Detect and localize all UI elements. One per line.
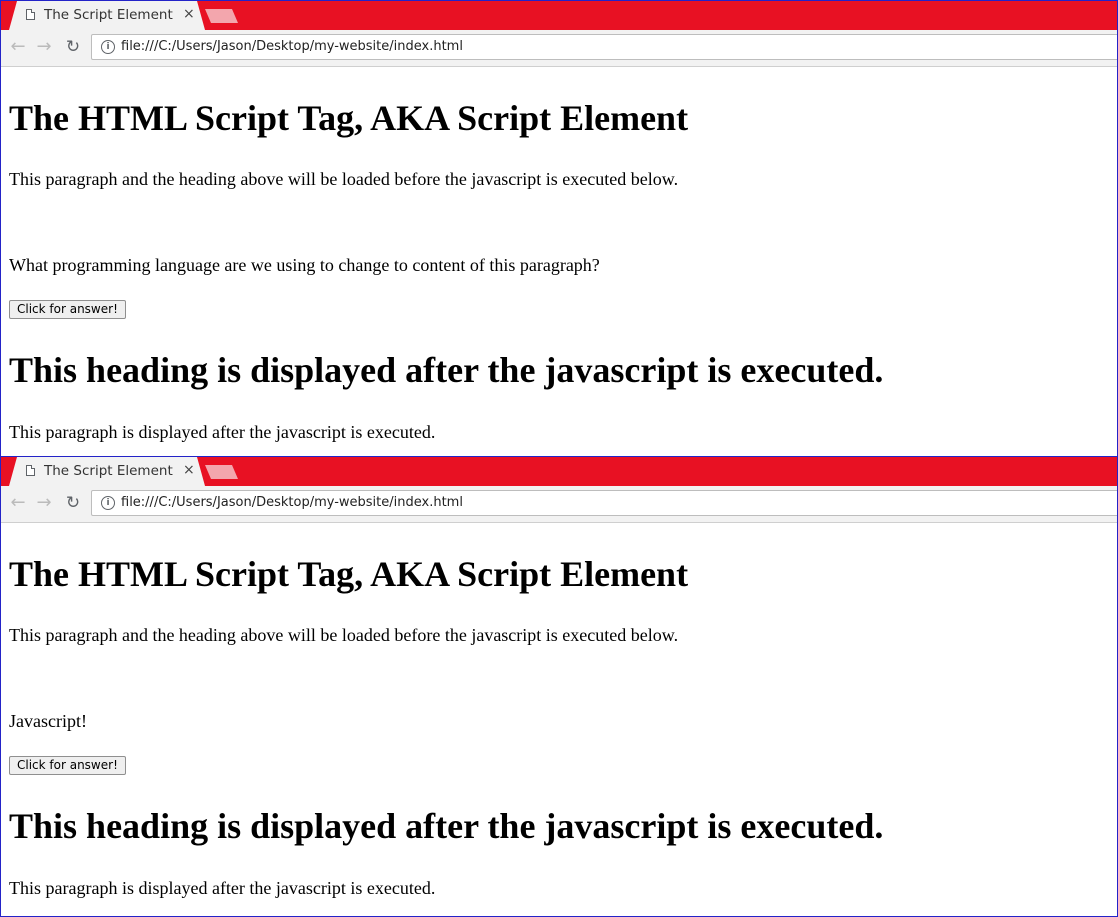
- back-arrow-icon[interactable]: ←: [8, 37, 28, 57]
- reload-icon[interactable]: ↻: [63, 37, 83, 57]
- info-icon[interactable]: i: [101, 496, 115, 510]
- outro-paragraph: This paragraph is displayed after the ja…: [9, 878, 436, 898]
- answer-paragraph: Javascript!: [9, 711, 87, 731]
- answer-button[interactable]: Click for answer!: [9, 300, 126, 319]
- browser-window-after: The Script Element × ← → ↻ i file:///C:/…: [1, 457, 1117, 916]
- forward-arrow-icon[interactable]: →: [34, 493, 54, 513]
- outro-paragraph: This paragraph is displayed after the ja…: [9, 422, 436, 442]
- new-tab-icon[interactable]: [205, 465, 238, 479]
- forward-arrow-icon[interactable]: →: [34, 37, 54, 57]
- tab-title: The Script Element: [44, 463, 173, 479]
- second-heading: This heading is displayed after the java…: [9, 806, 884, 846]
- tab-strip: The Script Element ×: [1, 1, 1117, 30]
- browser-window-before: The Script Element × ← → ↻ i file:///C:/…: [1, 1, 1117, 456]
- tab-strip: The Script Element ×: [1, 457, 1117, 486]
- browser-toolbar: ← → ↻ i file:///C:/Users/Jason/Desktop/m…: [1, 30, 1117, 67]
- address-bar[interactable]: i file:///C:/Users/Jason/Desktop/my-webs…: [91, 490, 1117, 516]
- tab-title: The Script Element: [44, 7, 173, 23]
- page-heading: The HTML Script Tag, AKA Script Element: [9, 98, 689, 138]
- answer-button[interactable]: Click for answer!: [9, 756, 126, 775]
- new-tab-icon[interactable]: [205, 9, 238, 23]
- browser-toolbar: ← → ↻ i file:///C:/Users/Jason/Desktop/m…: [1, 486, 1117, 523]
- document-icon: [26, 9, 35, 20]
- info-icon[interactable]: i: [101, 40, 115, 54]
- close-icon[interactable]: ×: [183, 6, 195, 22]
- page-heading: The HTML Script Tag, AKA Script Element: [9, 554, 689, 594]
- close-icon[interactable]: ×: [183, 462, 195, 478]
- document-icon: [26, 465, 35, 476]
- url-text: file:///C:/Users/Jason/Desktop/my-websit…: [121, 495, 463, 510]
- back-arrow-icon[interactable]: ←: [8, 493, 28, 513]
- url-text: file:///C:/Users/Jason/Desktop/my-websit…: [121, 39, 463, 54]
- second-heading: This heading is displayed after the java…: [9, 350, 884, 390]
- browser-tab[interactable]: The Script Element ×: [9, 1, 205, 30]
- address-bar[interactable]: i file:///C:/Users/Jason/Desktop/my-webs…: [91, 34, 1117, 60]
- intro-paragraph: This paragraph and the heading above wil…: [9, 625, 679, 645]
- screenshot-divider: [1, 456, 1117, 457]
- question-paragraph: What programming language are we using t…: [9, 255, 600, 275]
- intro-paragraph: This paragraph and the heading above wil…: [9, 169, 679, 189]
- reload-icon[interactable]: ↻: [63, 493, 83, 513]
- browser-tab[interactable]: The Script Element ×: [9, 457, 205, 486]
